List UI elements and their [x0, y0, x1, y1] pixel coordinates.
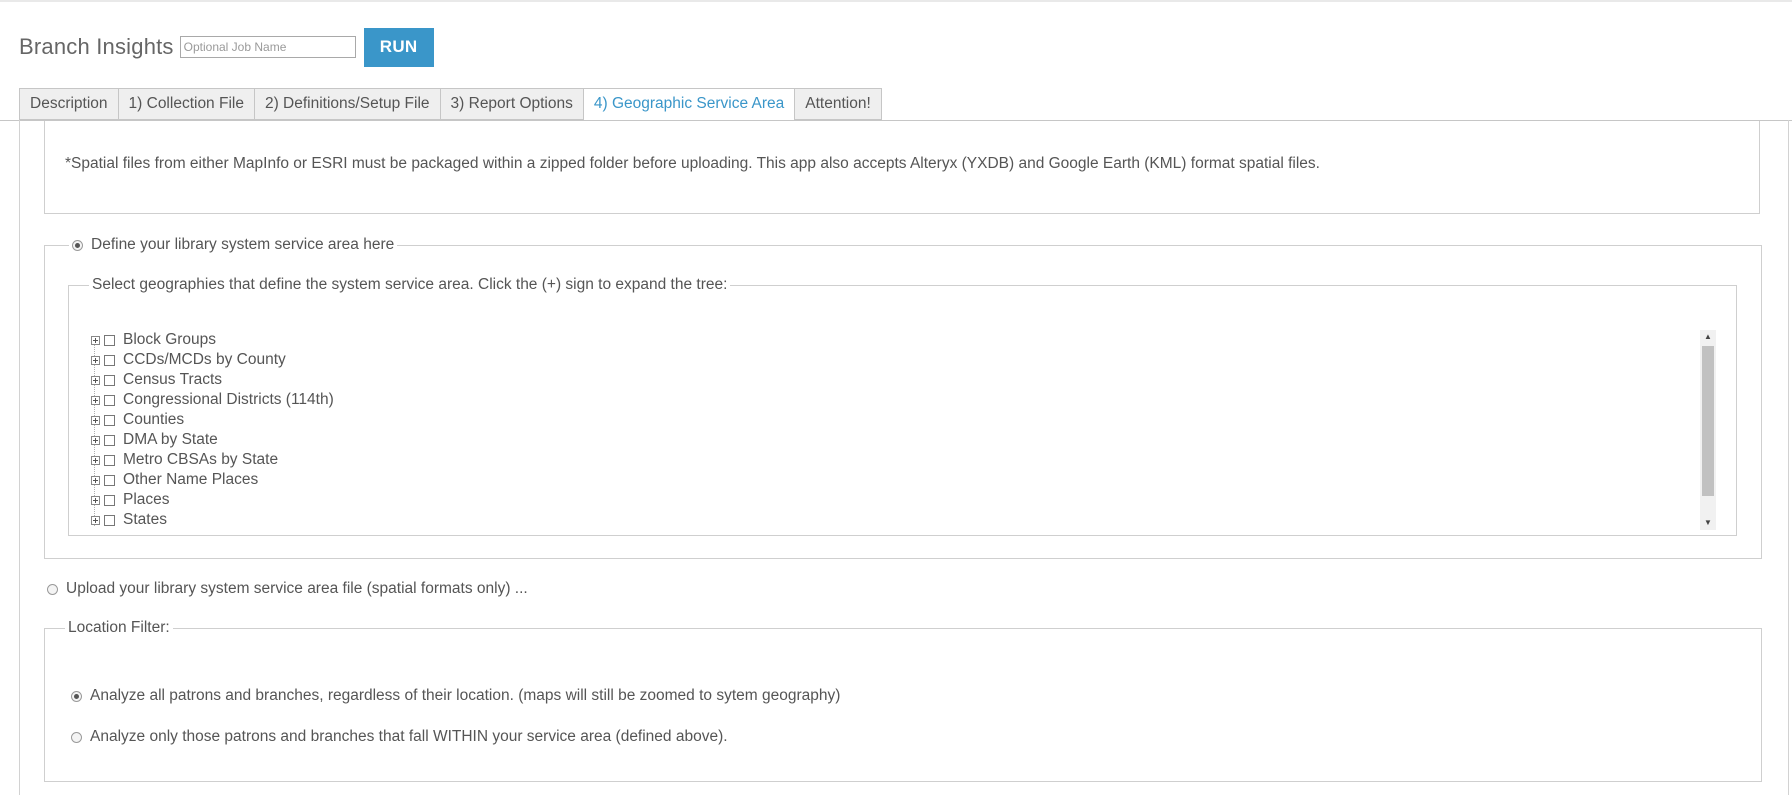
geography-legend: Select geographies that define the syste… [92, 276, 728, 293]
tree-item-label[interactable]: Block Groups [123, 331, 216, 349]
tree-item: Block Groups [91, 330, 1691, 350]
tree-checkbox[interactable] [104, 414, 115, 426]
tree-item-label[interactable]: DMA by State [123, 431, 218, 449]
tree-item: DMA by State [91, 430, 1691, 450]
plus-box-icon[interactable] [91, 515, 100, 525]
tab-geographic-service-area[interactable]: 4) Geographic Service Area [582, 88, 795, 121]
tree-item: Other Name Places [91, 470, 1691, 490]
panel-left-border [19, 120, 20, 795]
tree-item-label[interactable]: Congressional Districts (114th) [123, 391, 334, 409]
upload-area-label[interactable]: Upload your library system service area … [66, 580, 528, 598]
plus-box-icon[interactable] [91, 455, 100, 465]
tree-checkbox[interactable] [104, 474, 115, 486]
location-filter-option-within: Analyze only those patrons and branches … [71, 727, 728, 747]
tree-item-label[interactable]: Counties [123, 411, 184, 429]
tree-checkbox[interactable] [104, 334, 115, 346]
panel-right-border [1788, 120, 1789, 795]
plus-box-icon[interactable] [91, 415, 100, 425]
geography-fieldset: Select geographies that define the syste… [68, 276, 1737, 536]
location-filter-within-label[interactable]: Analyze only those patrons and branches … [90, 728, 728, 746]
tree-scrollbar[interactable]: ▲ ▼ [1700, 330, 1716, 530]
tree-item: Metro CBSAs by State [91, 450, 1691, 470]
app-header: Branch Insights RUN [19, 27, 434, 67]
tree-checkbox[interactable] [104, 374, 115, 386]
location-filter-all-radio[interactable] [71, 690, 82, 702]
tree-item-label[interactable]: Other Name Places [123, 471, 258, 489]
plus-box-icon[interactable] [91, 395, 100, 405]
job-name-input[interactable] [179, 36, 356, 58]
spatial-files-note-box: *Spatial files from either MapInfo or ES… [44, 121, 1760, 214]
upload-area-option: Upload your library system service area … [47, 579, 528, 599]
define-area-label: Define your library system service area … [91, 236, 395, 253]
scroll-thumb[interactable] [1702, 346, 1714, 496]
tree-item-label[interactable]: Census Tracts [123, 371, 222, 389]
plus-box-icon[interactable] [91, 475, 100, 485]
scroll-up-arrow-icon[interactable]: ▲ [1700, 330, 1716, 344]
plus-box-icon[interactable] [91, 375, 100, 385]
tree-checkbox[interactable] [104, 434, 115, 446]
tree-checkbox[interactable] [104, 354, 115, 366]
scroll-down-arrow-icon[interactable]: ▼ [1700, 516, 1716, 530]
location-filter-fieldset: Location Filter: Analyze all patrons and… [44, 619, 1762, 782]
tree-item-label[interactable]: States [123, 511, 167, 529]
location-filter-within-radio[interactable] [71, 731, 82, 743]
tree-item-label[interactable]: Metro CBSAs by State [123, 451, 278, 469]
geography-tree: Block Groups CCDs/MCDs by County Census … [91, 330, 1691, 530]
upload-area-radio[interactable] [47, 583, 58, 595]
tab-description[interactable]: Description [19, 88, 118, 120]
location-filter-legend: Location Filter: [68, 619, 170, 636]
define-area-legend: Define your library system service area … [69, 236, 397, 254]
tree-item: CCDs/MCDs by County [91, 350, 1691, 370]
tree-item-label[interactable]: CCDs/MCDs by County [123, 351, 286, 369]
location-filter-option-all: Analyze all patrons and branches, regard… [71, 686, 840, 706]
spatial-files-note: *Spatial files from either MapInfo or ES… [65, 155, 1320, 172]
tab-attention[interactable]: Attention! [794, 88, 882, 120]
tree-checkbox[interactable] [104, 494, 115, 506]
plus-box-icon[interactable] [91, 435, 100, 445]
tree-checkbox[interactable] [104, 454, 115, 466]
define-area-radio[interactable] [72, 239, 83, 251]
plus-box-icon[interactable] [91, 355, 100, 365]
tree-item: Counties [91, 410, 1691, 430]
tree-checkbox[interactable] [104, 514, 115, 526]
tree-item-label[interactable]: Places [123, 491, 170, 509]
tree-checkbox[interactable] [104, 394, 115, 406]
tab-report-options[interactable]: 3) Report Options [439, 88, 583, 120]
tree-item: Census Tracts [91, 370, 1691, 390]
run-button[interactable]: RUN [363, 27, 434, 67]
top-border [0, 0, 1792, 2]
tree-item: States [91, 510, 1691, 530]
tree-item: Congressional Districts (114th) [91, 390, 1691, 410]
location-filter-all-label[interactable]: Analyze all patrons and branches, regard… [90, 687, 840, 705]
tab-collection-file[interactable]: 1) Collection File [117, 88, 254, 120]
plus-box-icon[interactable] [91, 495, 100, 505]
app-title: Branch Insights [19, 34, 174, 59]
tab-bar: Description 1) Collection File 2) Defini… [19, 88, 882, 121]
tab-definitions-setup-file[interactable]: 2) Definitions/Setup File [253, 88, 440, 120]
plus-box-icon[interactable] [91, 335, 100, 345]
tree-item: Places [91, 490, 1691, 510]
